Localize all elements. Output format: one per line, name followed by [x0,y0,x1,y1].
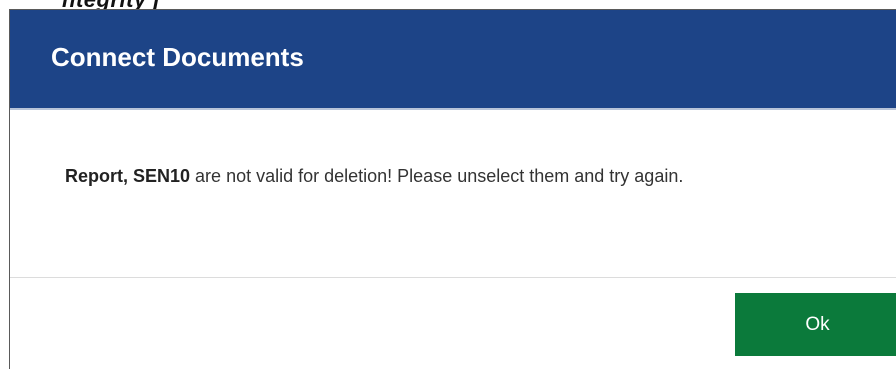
dialog-message: Report, SEN10 are not valid for deletion… [65,162,845,191]
invalid-items: Report, SEN10 [65,166,191,186]
footer-divider [10,277,896,278]
dialog-header: Connect Documents [10,10,896,110]
ok-button[interactable]: Ok [735,293,896,356]
dialog-title: Connect Documents [51,42,304,72]
dialog-body: Report, SEN10 are not valid for deletion… [10,110,896,276]
message-text: are not valid for deletion! Please unsel… [190,166,684,186]
connect-documents-dialog: Connect Documents Report, SEN10 are not … [9,9,896,369]
